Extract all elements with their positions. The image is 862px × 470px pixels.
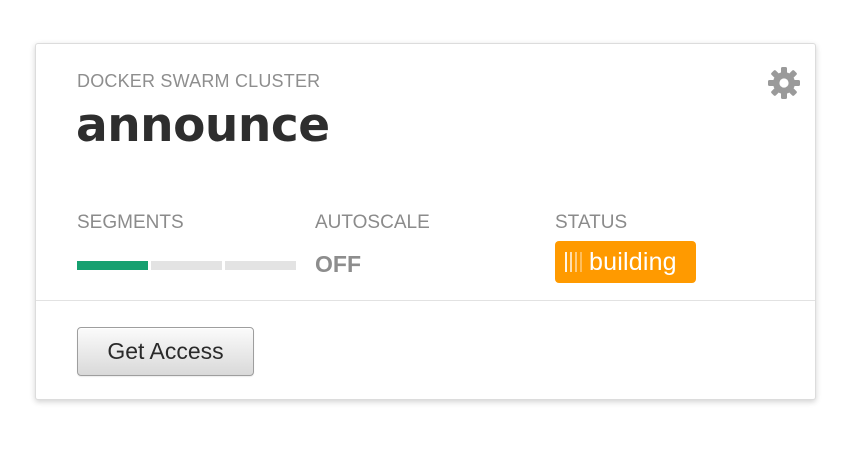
- progress-stripes-icon: [565, 252, 582, 272]
- segment-inactive: [225, 261, 296, 270]
- status-badge: building: [555, 241, 696, 283]
- cluster-name: announce: [76, 98, 330, 153]
- segments-label: SEGMENTS: [77, 212, 184, 233]
- segments-bar: [77, 261, 296, 270]
- autoscale-label: AUTOSCALE: [315, 212, 430, 233]
- gear-icon[interactable]: [767, 66, 801, 100]
- autoscale-value: OFF: [315, 251, 361, 277]
- card-header: DOCKER SWARM CLUSTER announce SEGMENTS A…: [36, 44, 815, 301]
- status-label: STATUS: [555, 212, 628, 233]
- segment-inactive: [151, 261, 222, 270]
- cluster-card: DOCKER SWARM CLUSTER announce SEGMENTS A…: [35, 43, 816, 400]
- cluster-type-label: DOCKER SWARM CLUSTER: [77, 71, 321, 91]
- status-value: building: [589, 247, 677, 276]
- get-access-button[interactable]: Get Access: [77, 327, 254, 376]
- segment-active: [77, 261, 148, 270]
